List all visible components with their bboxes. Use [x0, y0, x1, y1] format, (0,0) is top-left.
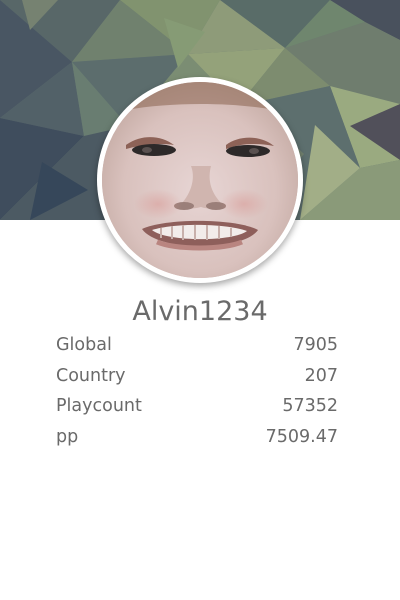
stat-row-playcount: Playcount 57352: [56, 391, 338, 422]
stat-row-global: Global 7905: [56, 330, 338, 361]
stat-value-playcount: 57352: [282, 396, 338, 417]
stat-row-pp: pp 7509.47: [56, 422, 338, 453]
stat-value-global: 7905: [293, 335, 338, 356]
stat-label-pp: pp: [56, 427, 79, 448]
profile-card: Alvin1234 Global 7905 Country 207 Playco…: [0, 0, 400, 600]
username: Alvin1234: [132, 296, 268, 327]
stats-list: Global 7905 Country 207 Playcount 57352 …: [56, 330, 338, 452]
stat-label-global: Global: [56, 335, 112, 356]
stat-label-country: Country: [56, 365, 126, 386]
stat-row-country: Country 207: [56, 361, 338, 392]
avatar[interactable]: [102, 82, 298, 278]
stat-value-country: 207: [304, 365, 338, 386]
stat-label-playcount: Playcount: [56, 396, 142, 417]
user-avatar-photo-icon: [102, 82, 298, 278]
stat-value-pp: 7509.47: [265, 427, 338, 448]
